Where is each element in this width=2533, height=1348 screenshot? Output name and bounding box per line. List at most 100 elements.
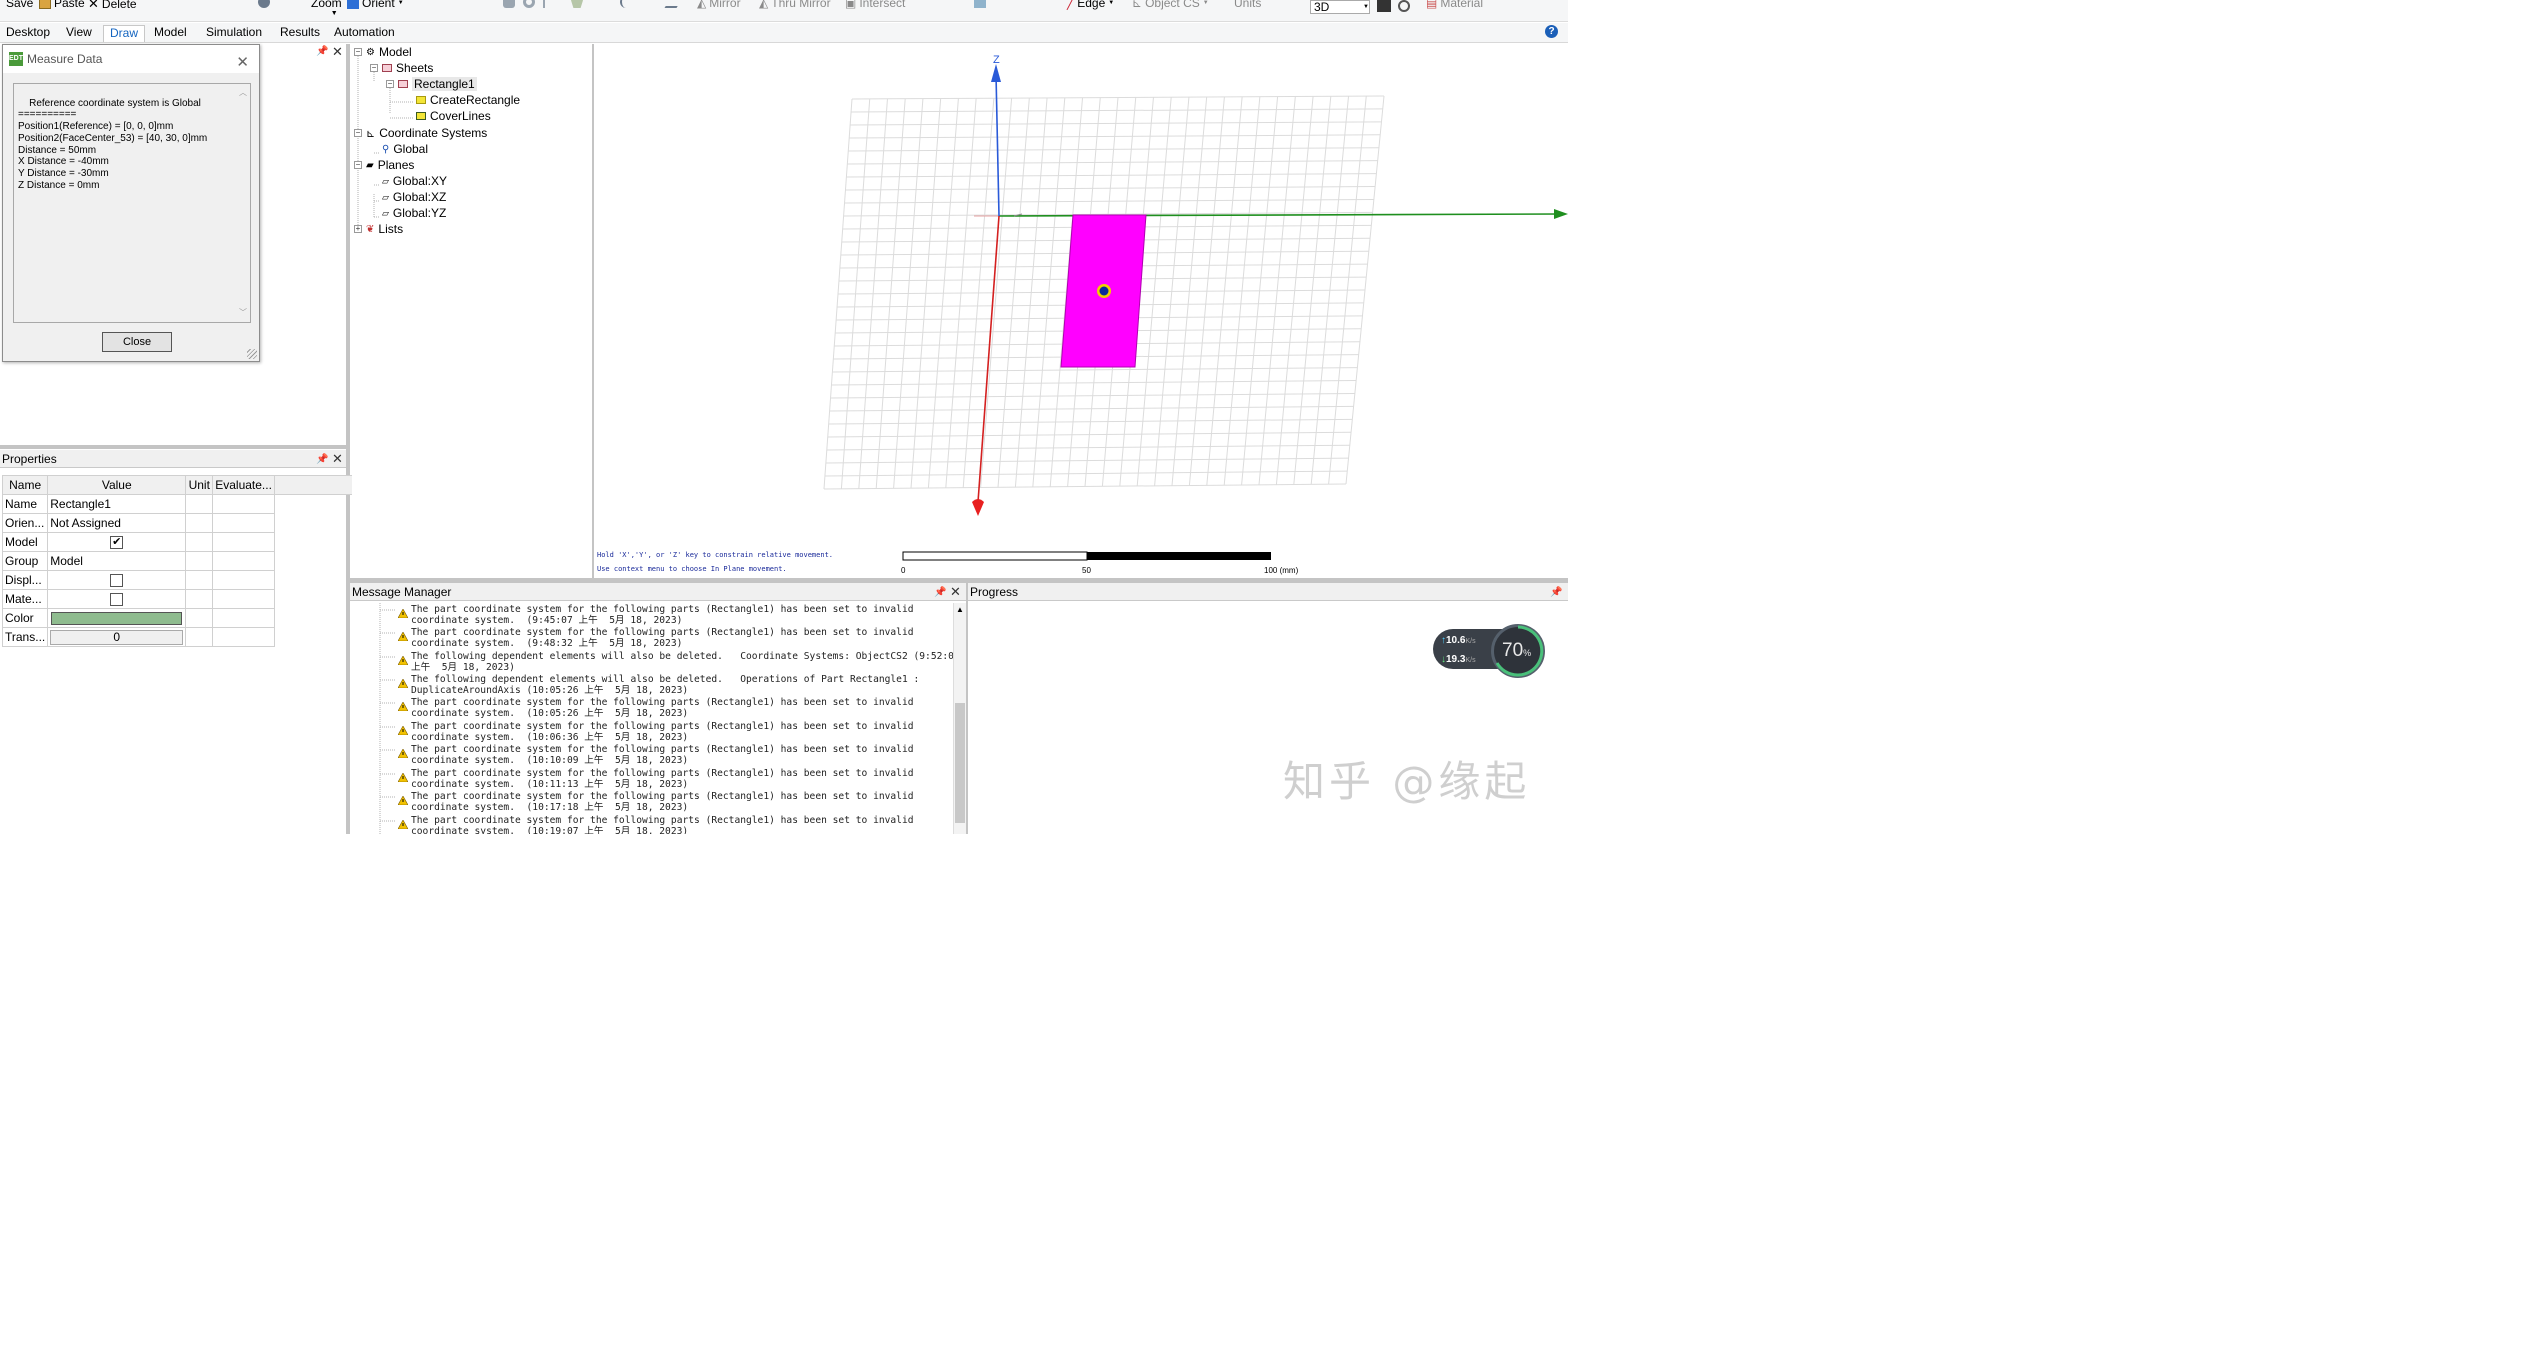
table-row[interactable]: Trans... 0 <box>1 627 354 647</box>
table-row[interactable]: Name Rectangle1 <box>1 494 354 514</box>
fit-icon[interactable] <box>258 0 270 8</box>
paste-button[interactable]: Paste <box>39 0 85 10</box>
intersect-button[interactable]: ▣ Intersect <box>845 0 905 10</box>
message-item[interactable]: The part coordinate system for the follo… <box>411 697 914 719</box>
property-value[interactable]: Model <box>47 551 187 571</box>
tree-node-sheets[interactable]: − Sheets <box>370 60 433 76</box>
scrollbar[interactable]: ︿ ﹀ <box>237 85 249 321</box>
plane-icon[interactable] <box>664 0 684 8</box>
lock-icon[interactable] <box>1377 0 1391 12</box>
message-item[interactable]: The part coordinate system for the follo… <box>411 791 914 813</box>
measure-icon[interactable] <box>974 0 986 8</box>
save-button[interactable]: Save <box>6 0 33 10</box>
snap-icon[interactable] <box>1398 0 1410 12</box>
cylinder-icon[interactable] <box>503 0 515 8</box>
tree-node-plane-xy[interactable]: ▱ Global:XY <box>382 173 447 189</box>
tree-node-plane-yz[interactable]: ▱ Global:YZ <box>382 205 446 221</box>
collapse-icon[interactable]: − <box>370 64 378 72</box>
edge-button[interactable]: ╱ Edge ▼ <box>1067 0 1114 10</box>
close-icon[interactable]: ✕ <box>332 450 343 468</box>
message-item[interactable]: The following dependent elements will al… <box>411 651 953 673</box>
delete-button[interactable]: ✕ Delete <box>88 0 137 12</box>
message-list[interactable]: The part coordinate system for the follo… <box>350 603 953 834</box>
pin-icon[interactable]: 📌 <box>1550 584 1562 602</box>
tree-node-model[interactable]: − ⚙ Model <box>354 44 412 60</box>
tab-results[interactable]: Results <box>274 25 326 42</box>
tab-automation[interactable]: Automation <box>328 25 401 42</box>
dialog-titlebar[interactable]: EDT Measure Data ✕ <box>3 45 259 73</box>
collapse-icon[interactable]: − <box>354 129 362 137</box>
3d-viewport[interactable]: Z Hold 'X','Y', or 'Z' key to constrain … <box>594 44 1568 578</box>
tree-node-coordinate-systems[interactable]: − ⊾ Coordinate Systems <box>354 125 487 141</box>
object-cs-button[interactable]: ⊾ Object CS ▼ <box>1132 0 1209 10</box>
scroll-down-icon[interactable]: ﹀ <box>239 307 247 319</box>
torus-icon[interactable] <box>523 0 535 8</box>
tab-draw[interactable]: Draw <box>103 25 146 42</box>
property-value[interactable]: Rectangle1 <box>47 494 187 514</box>
message-item[interactable]: The part coordinate system for the follo… <box>411 815 914 834</box>
select-arrow-icon[interactable] <box>543 0 555 8</box>
tree-node-global[interactable]: ⚲ Global <box>382 141 428 157</box>
scroll-thumb[interactable] <box>955 703 965 823</box>
arc-icon[interactable] <box>620 0 632 8</box>
table-row[interactable]: Color <box>1 608 354 628</box>
expand-icon[interactable]: + <box>354 225 362 233</box>
message-item[interactable]: The part coordinate system for the follo… <box>411 627 914 649</box>
material-appearance-checkbox[interactable] <box>110 593 124 607</box>
display-wireframe-checkbox[interactable] <box>110 574 124 588</box>
table-row[interactable]: Displ... <box>1 570 354 590</box>
pin-icon[interactable]: 📌 <box>316 46 328 57</box>
resize-grip-icon[interactable] <box>247 349 257 359</box>
thru-mirror-button[interactable]: ◭ Thru Mirror <box>759 0 831 10</box>
message-item[interactable]: The following dependent elements will al… <box>411 674 919 696</box>
transparency-field[interactable]: 0 <box>50 629 184 645</box>
collapse-icon[interactable]: − <box>386 80 394 88</box>
close-icon[interactable]: ✕ <box>236 49 249 77</box>
table-row[interactable]: Model ✔ <box>1 532 354 552</box>
column-header[interactable]: Name <box>1 475 49 495</box>
network-monitor-widget[interactable]: ↑10.6K/s ↓19.3K/s 70% <box>1433 624 1545 678</box>
tree-node-plane-xz[interactable]: ▱ Global:XZ <box>382 189 446 205</box>
scrollbar[interactable]: ▲ <box>953 603 966 834</box>
table-row[interactable]: Group Model <box>1 551 354 571</box>
orient-button[interactable]: Orient ▼ <box>347 0 404 10</box>
message-item[interactable]: The part coordinate system for the follo… <box>411 744 914 766</box>
tab-view[interactable]: View <box>60 25 98 42</box>
polyhedron-icon[interactable] <box>571 0 583 8</box>
close-button[interactable]: Close <box>102 332 172 352</box>
message-item[interactable]: The part coordinate system for the follo… <box>411 768 914 790</box>
zoom-button[interactable]: Zoom ▼ <box>311 0 352 17</box>
tab-desktop[interactable]: Desktop <box>0 25 56 42</box>
units-button[interactable]: Units <box>1234 0 1261 10</box>
message-item[interactable]: The part coordinate system for the follo… <box>411 721 914 743</box>
scene[interactable]: Z <box>594 44 1568 578</box>
tab-simulation[interactable]: Simulation <box>200 25 268 42</box>
collapse-icon[interactable]: − <box>354 161 362 169</box>
pin-icon[interactable]: 📌 <box>934 584 946 602</box>
view-mode-select[interactable]: 3D ▼ <box>1310 0 1370 14</box>
table-row[interactable]: Orien... Not Assigned <box>1 513 354 533</box>
close-icon[interactable]: ✕ <box>332 44 343 60</box>
message-item[interactable]: The part coordinate system for the follo… <box>411 604 914 626</box>
tab-model[interactable]: Model <box>148 25 193 42</box>
color-swatch[interactable] <box>51 611 183 625</box>
mirror-button[interactable]: ◭ Mirror <box>697 0 741 10</box>
tree-node-cover-lines[interactable]: CoverLines <box>416 108 491 124</box>
material-button[interactable]: ▤ Material <box>1426 0 1483 10</box>
tree-node-planes[interactable]: − ▰ Planes <box>354 157 414 173</box>
horizontal-splitter[interactable] <box>0 445 346 449</box>
table-row[interactable]: Mate... <box>1 589 354 609</box>
close-icon[interactable]: ✕ <box>950 583 961 601</box>
measure-text-area[interactable]: Reference coordinate system is Global ==… <box>13 83 251 323</box>
property-value[interactable]: Not Assigned <box>47 513 187 533</box>
pin-icon[interactable]: 📌 <box>316 451 328 469</box>
scroll-up-icon[interactable]: ︿ <box>239 87 247 99</box>
collapse-icon[interactable]: − <box>354 48 362 56</box>
help-icon[interactable]: ? <box>1545 25 1558 38</box>
tree-node-create-rectangle[interactable]: CreateRectangle <box>416 92 520 108</box>
scroll-up-icon[interactable]: ▲ <box>956 605 964 614</box>
model-checkbox[interactable]: ✔ <box>110 536 124 550</box>
column-header[interactable]: Unit <box>185 475 214 495</box>
column-header[interactable]: Value <box>47 475 187 495</box>
column-header[interactable]: Evaluate... <box>212 475 275 495</box>
